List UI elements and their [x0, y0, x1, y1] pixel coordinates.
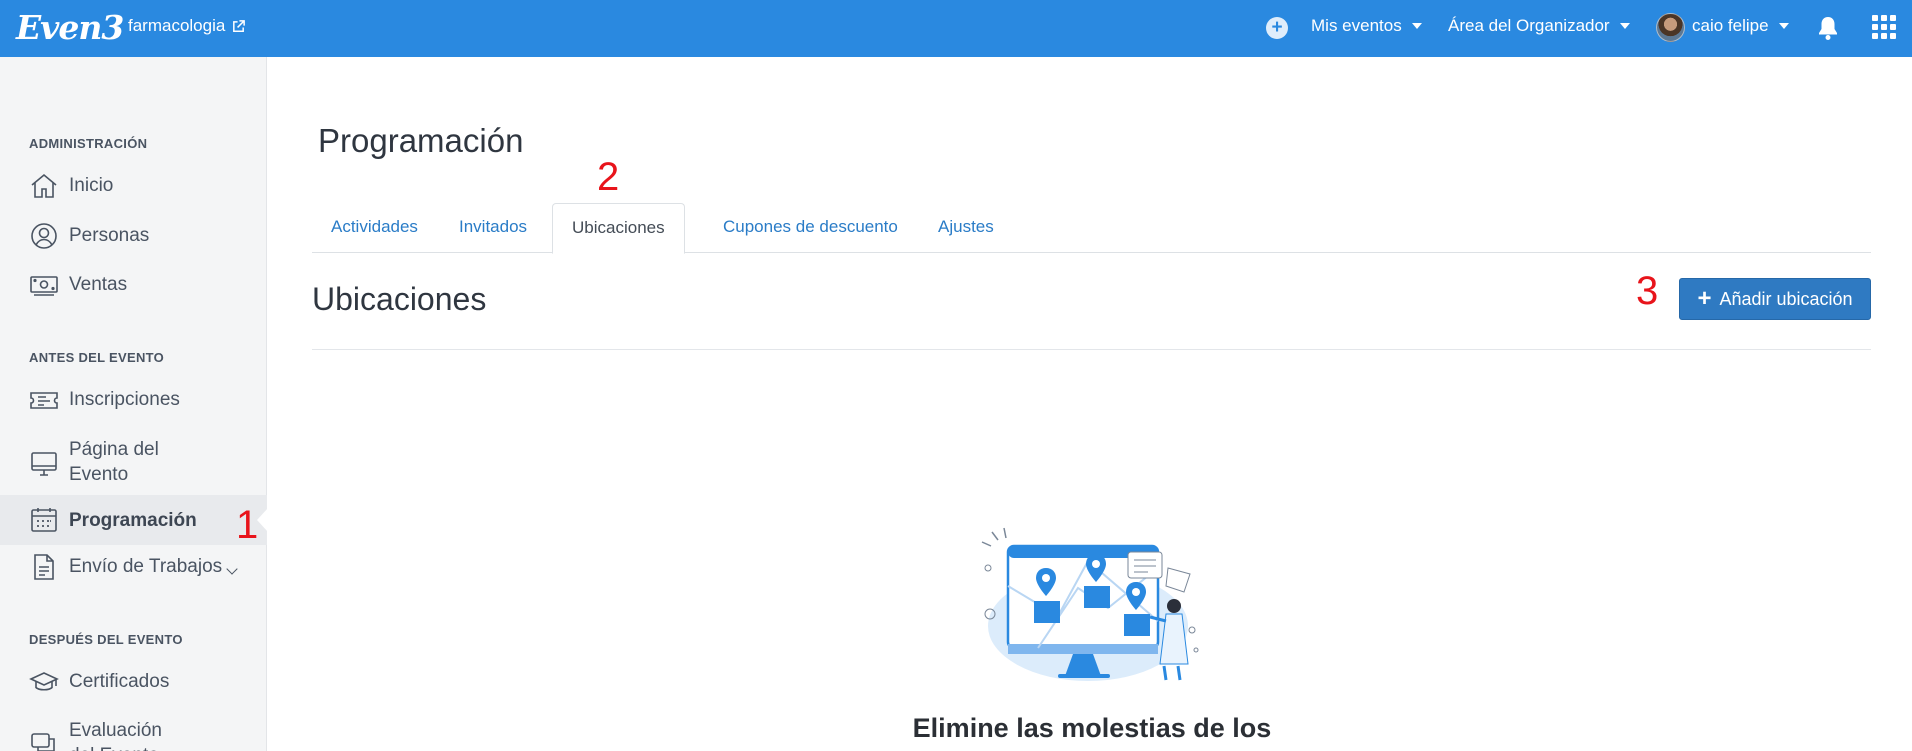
chat-icon — [29, 729, 59, 751]
tab-invitados[interactable]: Invitados — [440, 203, 546, 253]
sidebar-item-inscripciones[interactable]: Inscripciones — [0, 386, 267, 414]
mis-eventos-label: Mis eventos — [1311, 16, 1402, 35]
even3-logo[interactable]: Even3 — [16, 8, 124, 48]
annotation-number-2: 2 — [597, 155, 620, 199]
caret-down-icon — [1411, 23, 1422, 29]
sidebar-item-label: Programación — [69, 510, 197, 531]
divider — [312, 349, 1871, 350]
create-event-plus-icon[interactable]: + — [1266, 17, 1288, 39]
user-avatar[interactable] — [1656, 13, 1685, 42]
event-name: farmacologia — [128, 16, 226, 35]
sidebar-item-pagina-del-evento[interactable]: Página del Evento — [0, 436, 267, 487]
sidebar-item-certificados[interactable]: Certificados — [0, 668, 267, 696]
money-icon — [29, 271, 59, 299]
tab-ubicaciones[interactable]: Ubicaciones — [552, 203, 685, 254]
graduation-cap-icon — [29, 668, 59, 696]
annotation-number-1: 1 — [236, 503, 259, 547]
home-icon — [29, 172, 59, 200]
sidebar-item-label: Certificados — [69, 671, 170, 692]
sidebar-item-label: Evaluación del Evento — [69, 720, 162, 751]
apps-grid-icon[interactable] — [1872, 15, 1896, 39]
add-location-label: Añadir ubicación — [1719, 288, 1853, 309]
sidebar-item-ventas[interactable]: Ventas — [0, 271, 267, 299]
sidebar-item-label: Envío de Trabajos — [69, 556, 223, 577]
tab-ajustes[interactable]: Ajustes — [919, 203, 1013, 253]
sidebar-item-label: Ventas — [69, 274, 128, 295]
annotation-number-3: 3 — [1636, 269, 1659, 313]
sidebar-item-envio-de-trabajos[interactable]: Envío de Trabajos — [0, 553, 267, 581]
caret-down-icon — [1778, 23, 1789, 29]
sidebar-item-label: Página del Evento — [69, 439, 159, 485]
locations-illustration — [981, 527, 1199, 681]
area-organizador-dropdown[interactable]: Área del Organizador — [1448, 16, 1630, 36]
user-circle-icon — [29, 222, 59, 250]
ticket-icon — [29, 386, 59, 414]
tab-actividades[interactable]: Actividades — [312, 203, 437, 253]
sidebar-item-label: Personas — [69, 225, 150, 246]
user-name: caio felipe — [1692, 16, 1769, 35]
empty-state-title: Elimine las molestias de los lugares de … — [912, 713, 1272, 751]
event-name-link[interactable]: farmacologia — [128, 16, 246, 36]
tab-cupones-de-descuento[interactable]: Cupones de descuento — [704, 203, 917, 253]
calendar-icon — [29, 506, 59, 534]
add-location-button[interactable]: + Añadir ubicación — [1679, 278, 1871, 320]
section-antes-del-evento: ANTES DEL EVENTO — [29, 350, 165, 365]
top-navbar: Even3 farmacologia + Mis eventos Área de… — [0, 0, 1912, 57]
sidebar-item-label: Inicio — [69, 175, 114, 196]
chevron-down-icon — [226, 563, 238, 575]
caret-down-icon — [1619, 23, 1630, 29]
sidebar: ADMINISTRACIÓN Inicio Personas Ventas AN… — [0, 57, 268, 751]
sidebar-item-personas[interactable]: Personas — [0, 222, 267, 250]
bell-icon[interactable] — [1816, 15, 1840, 41]
section-despues-del-evento: DESPUÉS DEL EVENTO — [29, 632, 183, 647]
monitor-icon — [29, 450, 59, 478]
sidebar-item-inicio[interactable]: Inicio — [0, 172, 267, 200]
sidebar-item-evaluacion-del-evento[interactable]: Evaluación del Evento — [0, 717, 267, 751]
section-title: Ubicaciones — [312, 281, 487, 317]
external-link-icon — [233, 19, 246, 32]
tab-bar: Actividades Invitados Ubicaciones Cupone… — [312, 203, 1871, 254]
document-icon — [29, 553, 59, 581]
page-title: Programación — [318, 122, 524, 159]
sidebar-item-programacion[interactable]: Programación — [0, 495, 268, 545]
plus-icon: + — [1697, 285, 1712, 312]
sidebar-item-label: Inscripciones — [69, 389, 180, 410]
mis-eventos-dropdown[interactable]: Mis eventos — [1311, 16, 1422, 36]
section-administracion: ADMINISTRACIÓN — [29, 136, 148, 151]
area-organizador-label: Área del Organizador — [1448, 16, 1610, 35]
user-menu-dropdown[interactable]: caio felipe — [1692, 16, 1789, 36]
